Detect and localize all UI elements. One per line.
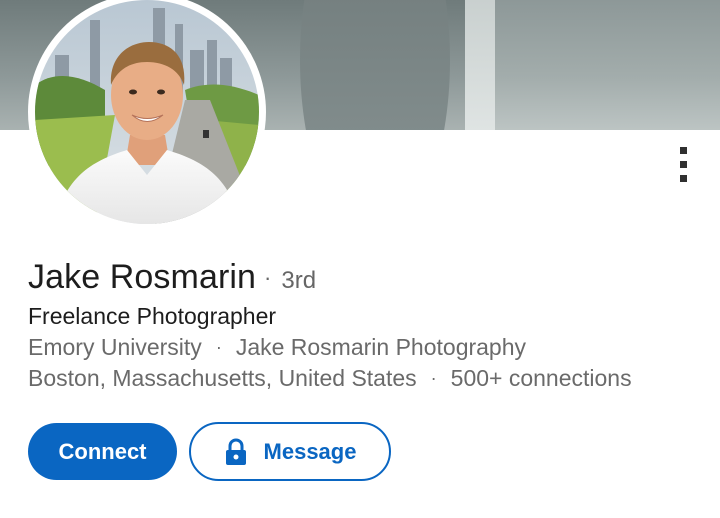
separator-dot: · [430,368,437,388]
message-button-label: Message [263,438,357,464]
connect-button[interactable]: Connect [28,423,177,480]
education-link[interactable]: Emory University [28,334,202,361]
separator-dot: · [215,337,222,357]
location-connections-line: Boston, Massachusetts, United States · 5… [28,365,632,392]
banner-curve-shape [300,0,450,130]
banner-right-panel [495,0,720,130]
profile-name: Jake Rosmarin [28,258,257,296]
more-options-button[interactable] [668,144,700,186]
more-vertical-icon [680,161,687,168]
connection-degree: 3rd [281,267,317,294]
avatar[interactable] [28,0,266,231]
profile-photo-image [35,0,259,224]
more-vertical-icon [680,175,687,182]
message-button[interactable]: Message [189,422,391,481]
education-company-line: Emory University · Jake Rosmarin Photogr… [28,334,526,361]
separator-dot: · [264,265,272,290]
connections-count[interactable]: 500+ connections [451,365,632,392]
profile-headline: Freelance Photographer [28,303,277,329]
profile-photo [35,0,259,224]
more-vertical-icon [680,147,687,154]
company-link[interactable]: Jake Rosmarin Photography [236,334,526,361]
profile-location: Boston, Massachusetts, United States [28,365,417,391]
name-row: Jake Rosmarin · 3rd [28,258,316,304]
banner-light-strip [465,0,495,130]
lock-icon [225,437,246,465]
